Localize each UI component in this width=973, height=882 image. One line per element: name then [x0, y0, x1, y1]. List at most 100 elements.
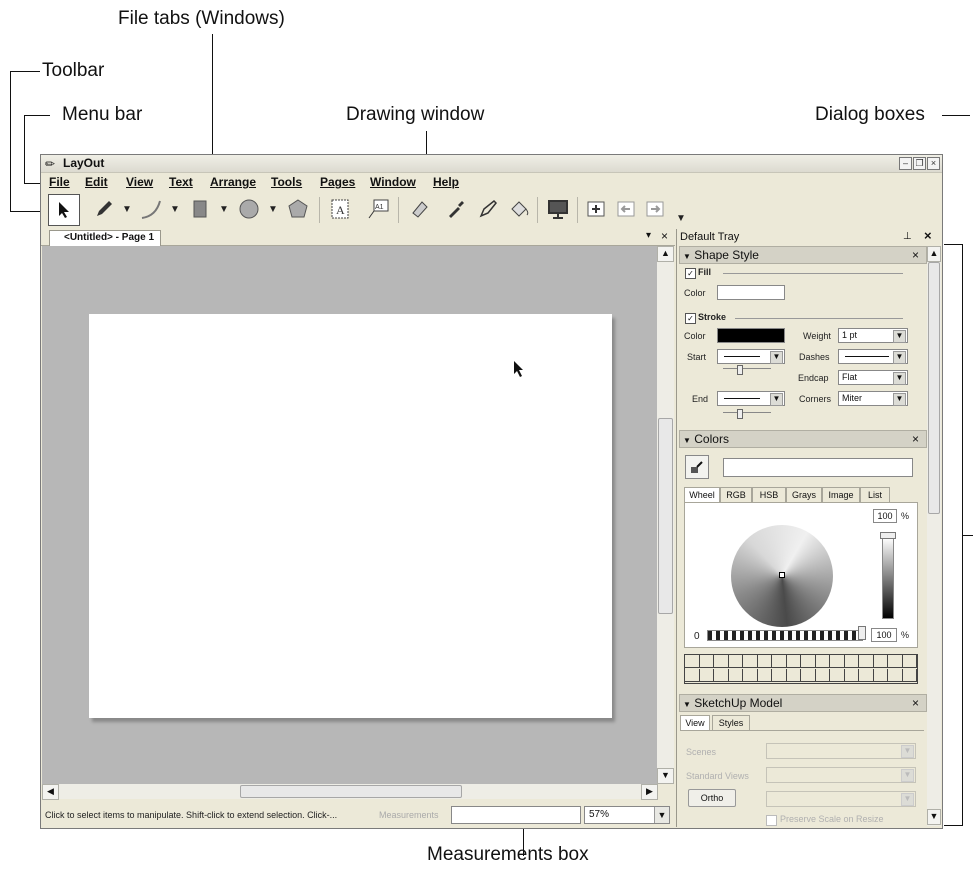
tab-view[interactable]: View [680, 715, 710, 731]
menu-pages[interactable]: Pages [320, 175, 355, 189]
arc-dropdown-icon[interactable]: ▼ [170, 204, 180, 215]
rectangle-dropdown-icon[interactable]: ▼ [219, 204, 229, 215]
wheel-marker[interactable] [779, 572, 785, 578]
drawing-vertical-scrollbar[interactable]: ▲ ▼ [657, 246, 674, 784]
tray-vertical-scrollbar[interactable]: ▲ ▼ [927, 246, 941, 826]
menu-help[interactable]: Help [433, 175, 459, 189]
circle-icon[interactable] [234, 194, 264, 224]
endcap-select[interactable]: Flat ▼ [838, 370, 908, 385]
previous-page-icon[interactable] [611, 194, 641, 224]
drawing-area[interactable] [42, 246, 657, 784]
circle-dropdown-icon[interactable]: ▼ [268, 204, 278, 215]
chevron-down-icon[interactable]: ▼ [893, 393, 906, 406]
add-page-icon[interactable] [581, 194, 611, 224]
drawing-horizontal-scrollbar[interactable]: ◀ ▶ [42, 784, 658, 800]
close-button[interactable]: × [927, 157, 940, 170]
pencil-icon[interactable] [89, 194, 119, 224]
ortho-button[interactable]: Ortho [688, 789, 736, 807]
end-size-slider[interactable] [723, 409, 771, 419]
panel-close-icon[interactable]: × [912, 247, 919, 263]
tab-grays[interactable]: Grays [786, 487, 822, 503]
corners-select[interactable]: Miter ▼ [838, 391, 908, 406]
color-swatch-grid[interactable] [684, 654, 918, 684]
menu-file[interactable]: File [49, 175, 70, 189]
zoom-select[interactable]: 57% ▼ [584, 806, 670, 824]
presentation-icon[interactable] [543, 194, 573, 224]
brightness-value[interactable]: 100 [873, 509, 897, 523]
label-icon[interactable]: A1 [363, 194, 393, 224]
scroll-up-icon[interactable]: ▲ [657, 246, 674, 262]
paint-bucket-icon[interactable] [504, 194, 534, 224]
tab-close-icon[interactable]: × [661, 229, 668, 243]
opacity-slider[interactable] [707, 630, 863, 641]
menu-view[interactable]: View [126, 175, 153, 189]
slider-handle[interactable] [737, 365, 743, 375]
brightness-slider[interactable] [882, 537, 894, 619]
menu-text[interactable]: Text [169, 175, 193, 189]
brightness-slider-handle[interactable] [880, 532, 896, 539]
panel-close-icon[interactable]: × [912, 695, 919, 711]
eyedropper-icon[interactable] [441, 194, 471, 224]
tray-scroll-down-icon[interactable]: ▼ [927, 809, 941, 825]
fill-color-swatch[interactable] [717, 285, 785, 300]
opacity-value[interactable]: 100 [871, 628, 897, 642]
scroll-left-icon[interactable]: ◀ [42, 784, 59, 800]
weight-select[interactable]: 1 pt ▼ [838, 328, 908, 343]
collapse-icon[interactable]: ▼ [683, 700, 691, 709]
toolbar-overflow-icon[interactable]: ▼ [676, 213, 686, 224]
pencil-dropdown-icon[interactable]: ▼ [122, 204, 132, 215]
sketchup-model-header[interactable]: ▼ SketchUp Model × [679, 694, 927, 712]
slider-handle[interactable] [737, 409, 743, 419]
chevron-down-icon[interactable]: ▼ [893, 372, 906, 385]
next-page-icon[interactable] [640, 194, 670, 224]
tab-image[interactable]: Image [822, 487, 860, 503]
menu-edit[interactable]: Edit [85, 175, 108, 189]
polygon-icon[interactable] [283, 194, 313, 224]
tab-hsb[interactable]: HSB [752, 487, 786, 503]
scroll-right-icon[interactable]: ▶ [641, 784, 658, 800]
start-size-slider[interactable] [723, 365, 771, 375]
tab-rgb[interactable]: RGB [720, 487, 752, 503]
chevron-down-icon[interactable]: ▼ [893, 351, 906, 364]
eraser-icon[interactable] [405, 194, 435, 224]
tab-list[interactable]: List [860, 487, 890, 503]
tray-scroll-thumb[interactable] [928, 262, 940, 514]
horizontal-scroll-thumb[interactable] [240, 785, 462, 798]
tab-list-icon[interactable]: ▾ [646, 230, 651, 241]
measurements-box[interactable] [451, 806, 581, 824]
chevron-down-icon[interactable]: ▼ [770, 351, 783, 364]
end-arrow-select[interactable]: ▼ [717, 391, 785, 406]
tab-styles[interactable]: Styles [712, 715, 750, 731]
tray-scroll-up-icon[interactable]: ▲ [927, 246, 941, 262]
chevron-down-icon[interactable]: ▼ [770, 393, 783, 406]
fill-checkbox[interactable]: ✓ [685, 268, 696, 279]
panel-close-icon[interactable]: × [912, 431, 919, 447]
tray-close-icon[interactable]: × [924, 228, 932, 244]
opacity-slider-handle[interactable] [858, 626, 866, 640]
chevron-down-icon[interactable]: ▼ [654, 807, 669, 823]
collapse-icon[interactable]: ▼ [683, 252, 691, 261]
color-wheel[interactable] [731, 525, 833, 627]
menu-arrange[interactable]: Arrange [210, 175, 256, 189]
colors-header[interactable]: ▼ Colors × [679, 430, 927, 448]
text-icon[interactable]: A [325, 194, 355, 224]
page-canvas[interactable] [89, 314, 612, 718]
minimize-button[interactable]: – [899, 157, 912, 170]
pin-icon[interactable]: ⊥ [903, 229, 912, 245]
stroke-color-swatch[interactable] [717, 328, 785, 343]
menu-tools[interactable]: Tools [271, 175, 302, 189]
menu-window[interactable]: Window [370, 175, 416, 189]
select-arrow-icon[interactable] [48, 194, 80, 226]
file-tab[interactable]: <Untitled> - Page 1 [49, 230, 162, 246]
vertical-scroll-thumb[interactable] [658, 418, 673, 614]
collapse-icon[interactable]: ▼ [683, 436, 691, 445]
dashes-select[interactable]: ▼ [838, 349, 908, 364]
chevron-down-icon[interactable]: ▼ [893, 330, 906, 343]
color-eyedropper-button[interactable] [685, 455, 709, 479]
arc-icon[interactable] [136, 194, 166, 224]
stroke-checkbox[interactable]: ✓ [685, 313, 696, 324]
tab-wheel[interactable]: Wheel [684, 487, 720, 503]
style-pen-icon[interactable] [473, 194, 503, 224]
shape-style-header[interactable]: ▼ Shape Style × [679, 246, 927, 264]
start-arrow-select[interactable]: ▼ [717, 349, 785, 364]
